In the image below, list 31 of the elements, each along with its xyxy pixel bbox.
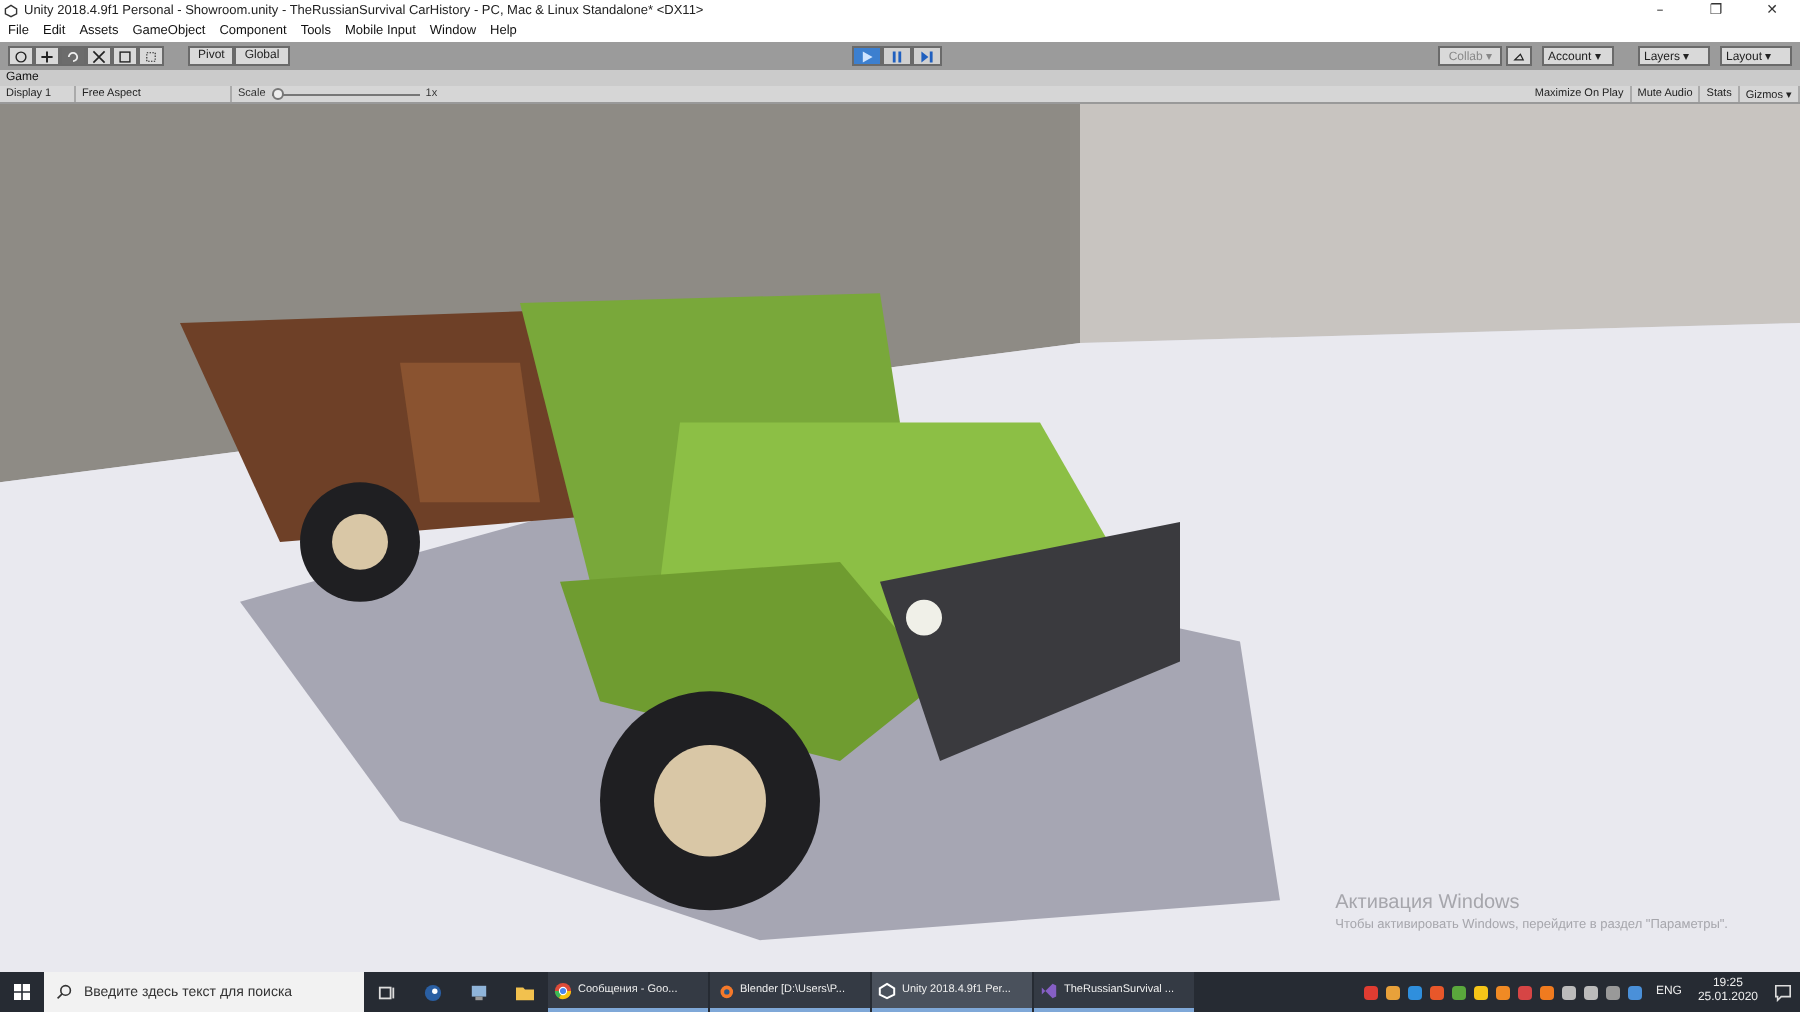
search-icon — [56, 984, 72, 1000]
transform-icon — [144, 49, 158, 63]
unity-icon — [878, 981, 896, 999]
hand-icon — [14, 49, 28, 63]
pause-button[interactable] — [882, 46, 912, 66]
steam-icon — [424, 983, 442, 1001]
notification-icon[interactable] — [1774, 983, 1792, 1001]
task-view-icon — [378, 983, 396, 1001]
unity-logo-icon — [4, 3, 18, 17]
scale-icon — [92, 49, 106, 63]
activation-title: Активация Windows — [1335, 892, 1522, 914]
rect-tool-icon — [118, 49, 132, 63]
windows-logo-icon — [14, 984, 30, 1000]
slider-thumb[interactable] — [271, 87, 284, 99]
pause-icon — [890, 49, 904, 63]
step-icon — [920, 49, 934, 63]
folder-icon — [516, 983, 534, 1001]
cloud-button[interactable] — [1506, 46, 1532, 66]
tool-button[interactable] — [34, 46, 60, 66]
blender-icon — [716, 981, 734, 999]
step-button[interactable] — [912, 46, 942, 66]
tool-button[interactable] — [8, 46, 34, 66]
play-button[interactable] — [852, 46, 882, 66]
monitor-icon — [470, 983, 488, 1001]
rotate-icon — [66, 49, 80, 63]
tool-button[interactable] — [86, 46, 112, 66]
play-icon — [860, 49, 874, 63]
chrome-icon — [554, 981, 572, 999]
visual-studio-icon — [1040, 981, 1058, 999]
tool-button[interactable] — [112, 46, 138, 66]
move-icon — [40, 49, 54, 63]
